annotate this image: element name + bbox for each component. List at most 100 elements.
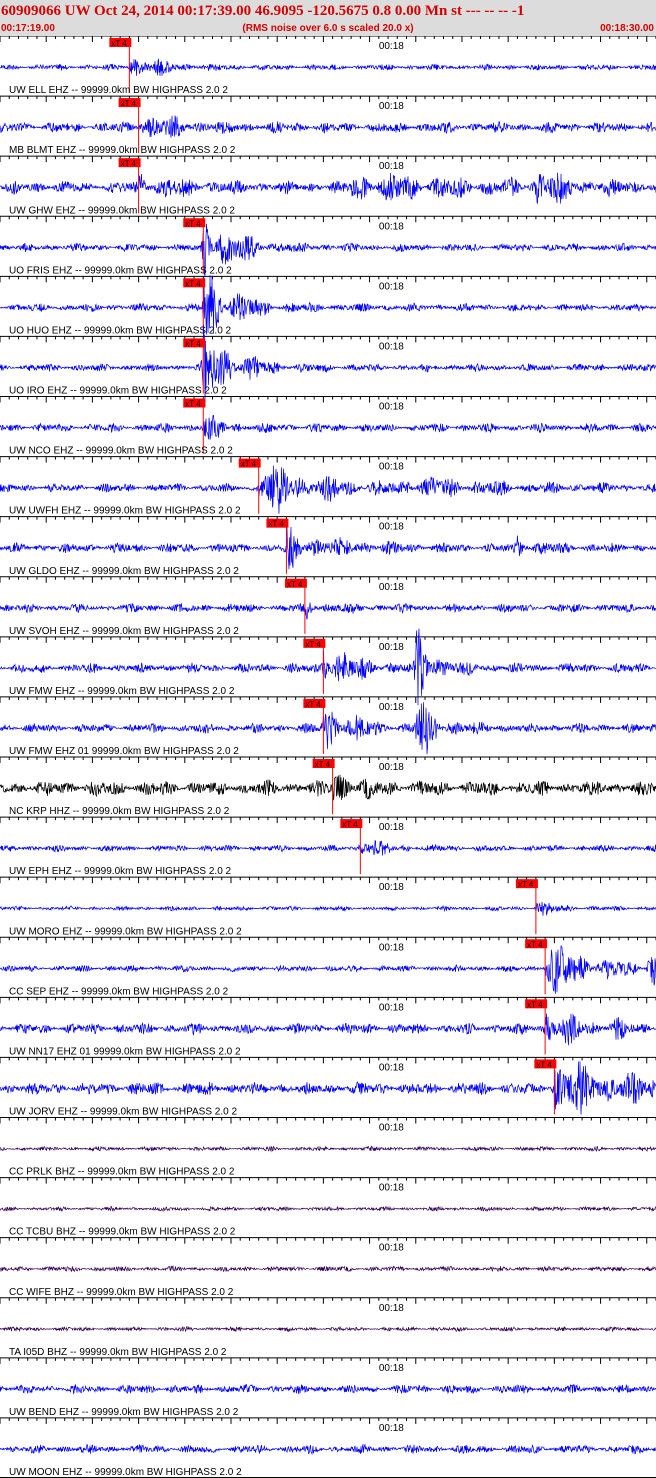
- pick-label: xT 4: [315, 760, 331, 769]
- time-tick-label: 00:18: [379, 1183, 404, 1194]
- time-tick-label: 00:18: [379, 281, 404, 292]
- trace-row: 00:18 xT 4 MB BLMT EHZ -- 99999.0km BW HIG…: [0, 95, 656, 156]
- waveform-trace: [0, 901, 656, 916]
- trace-row: 00:18 xT 4 UW FMW EHZ -- 99999.0km BW HIGH…: [0, 628, 656, 706]
- time-tick-label: 00:18: [379, 1303, 404, 1314]
- time-tick-label: 00:18: [379, 41, 404, 52]
- station-label: UW SVOH EHZ -- 99999.0km BW HIGHPASS 2.0…: [9, 626, 239, 637]
- station-label: UW JORV EHZ -- 99999.0km BW HIGHPASS 2.0…: [9, 1107, 237, 1118]
- plot-title: 60909066 UW Oct 24, 2014 00:17:39.00 46.…: [0, 0, 656, 22]
- station-label: CC SEP EHZ -- 99999.0km BW HIGHPASS 2.0 …: [9, 986, 229, 997]
- station-label: UO FRIS EHZ -- 99999.0km BW HIGHPASS 2.0…: [9, 265, 232, 276]
- waveform-trace: [0, 1145, 656, 1153]
- station-label: UW ELL EHZ -- 99999.0km BW HIGHPASS 2.0 …: [9, 85, 228, 96]
- waveform-trace: [0, 414, 656, 440]
- station-label: CC TCBU BHZ -- 99999.0km BW HIGHPASS 2.0…: [9, 1227, 236, 1238]
- pick-label: xT 4: [185, 400, 201, 409]
- station-label: UW BEND EHZ -- 99999.0km BW HIGHPASS 2.0…: [9, 1407, 239, 1418]
- waveform-trace: [0, 774, 656, 801]
- waveform-trace: [0, 1205, 656, 1213]
- pick-label: xT 4: [287, 580, 303, 589]
- pick-label: xT 4: [527, 940, 543, 949]
- pick-label: xT 4: [121, 159, 137, 168]
- waveform-trace: [0, 115, 656, 138]
- time-tick-label: 00:18: [379, 221, 404, 232]
- trace-row: 00:18 CC WIFE BHZ -- 99999.0km BW HIGHPAS…: [0, 1237, 656, 1298]
- waveform-trace: [0, 1383, 656, 1395]
- station-label: CC WIFE BHZ -- 99999.0km BW HIGHPASS 2.0…: [9, 1287, 234, 1298]
- trace-row: 00:18 CC TCBU BHZ -- 99999.0km BW HIGHPAS…: [0, 1177, 656, 1238]
- waveform-trace: [0, 172, 656, 205]
- pick-label: xT 4: [268, 520, 284, 529]
- time-tick-label: 00:18: [379, 1002, 404, 1013]
- pick-label: xT 4: [121, 99, 137, 108]
- station-label: TA I05D BHZ -- 99999.0km BW HIGHPASS 2.0…: [9, 1347, 227, 1358]
- station-label: UW MOON EHZ -- 99999.0km BW HIGHPASS 2.0…: [9, 1467, 242, 1478]
- scaling-note: (RMS noise over 6.0 s scaled 20.0 x): [242, 23, 414, 34]
- time-tick-label: 00:18: [379, 161, 404, 172]
- pick-label: xT 4: [342, 820, 358, 829]
- waveform-trace: [0, 58, 656, 76]
- time-range-bar: 00:17:19.00 (RMS noise over 6.0 s scaled…: [0, 22, 656, 36]
- pick-label: xT 4: [305, 640, 321, 649]
- time-tick-label: 00:18: [379, 702, 404, 713]
- time-tick-label: 00:18: [379, 341, 404, 352]
- waveform-trace: [0, 1443, 656, 1456]
- trace-row: 00:18 xT 4 UW UWFH EHZ -- 99999.0km BW HIG…: [0, 456, 656, 517]
- trace-row: 00:18 xT 4 UO HUO EHZ -- 99999.0km BW HIGH…: [0, 275, 656, 336]
- station-label: UW NN17 EHZ 01 99999.0km BW HIGHPASS 2.0…: [9, 1046, 241, 1057]
- station-label: UW UWFH EHZ -- 99999.0km BW HIGHPASS 2.0…: [9, 506, 241, 517]
- pick-label: xT 4: [185, 219, 201, 228]
- trace-row: 00:18 xT 4 UW SVOH EHZ -- 99999.0km BW HIG…: [0, 576, 656, 637]
- pick-label: xT 4: [518, 880, 534, 889]
- station-label: NC KRP HHZ -- 99999.0km BW HIGHPASS 2.0 …: [9, 806, 230, 817]
- pick-label: xT 4: [111, 39, 127, 48]
- trace-row: 00:18 xT 4 NC KRP HHZ -- 99999.0km BW HIGH…: [0, 756, 656, 817]
- trace-row: 00:18 CC PRLK BHZ -- 99999.0km BW HIGHPAS…: [0, 1117, 656, 1178]
- station-label: UW MORO EHZ -- 99999.0km BW HIGHPASS 2.0…: [9, 926, 242, 937]
- time-tick-label: 00:18: [379, 942, 404, 953]
- time-tick-label: 00:18: [379, 642, 404, 653]
- time-tick-label: 00:18: [379, 1423, 404, 1434]
- waveform-trace: [0, 602, 656, 620]
- station-label: UW EPH EHZ -- 99999.0km BW HIGHPASS 2.0 …: [9, 866, 232, 877]
- trace-row: 00:18 xT 4 UW EPH EHZ -- 99999.0km BW HIGH…: [0, 816, 656, 877]
- station-label: UO IRO EHZ -- 99999.0km BW HIGHPASS 2.0 …: [9, 386, 227, 397]
- time-tick-label: 00:18: [379, 582, 404, 593]
- time-tick-label: 00:18: [379, 402, 404, 413]
- end-time: 00:18:30.00: [600, 23, 654, 34]
- trace-row: 00:18 UW MOON EHZ -- 99999.0km BW HIGHPAS…: [0, 1417, 656, 1478]
- trace-row: 00:18 xT 4 UW GHW EHZ -- 99999.0km BW HIGH…: [0, 155, 656, 216]
- pick-label: xT 4: [527, 1000, 543, 1009]
- trace-row: 00:18 xT 4 UW GLDO EHZ -- 99999.0km BW HIG…: [0, 516, 656, 577]
- station-label: UW GLDO EHZ -- 99999.0km BW HIGHPASS 2.0…: [9, 566, 239, 577]
- trace-row: 00:18 xT 4 UO IRO EHZ -- 99999.0km BW HIGH…: [0, 324, 656, 408]
- time-tick-label: 00:18: [379, 1363, 404, 1374]
- pick-label: xT 4: [241, 460, 257, 469]
- trace-row: 00:18 xT 4 UW FMW EHZ 01 99999.0km BW HIGH…: [0, 696, 656, 757]
- waveform-trace: [0, 526, 656, 570]
- trace-row: 00:18 xT 4 CC SEP EHZ -- 99999.0km BW HIGH…: [0, 936, 656, 997]
- time-tick-label: 00:18: [379, 822, 404, 833]
- time-tick-label: 00:18: [379, 1062, 404, 1073]
- trace-row: 00:18 xT 4 UW JORV EHZ -- 99999.0km BW HIG…: [0, 1056, 656, 1118]
- station-label: CC PRLK BHZ -- 99999.0km BW HIGHPASS 2.0…: [9, 1167, 235, 1178]
- station-label: UW GHW EHZ -- 99999.0km BW HIGHPASS 2.0 …: [9, 205, 235, 216]
- trace-row: 00:18 xT 4 UW NN17 EHZ 01 99999.0km BW HIG…: [0, 996, 656, 1057]
- time-tick-label: 00:18: [379, 522, 404, 533]
- trace-row: 00:18 xT 4 UW ELL EHZ -- 99999.0km BW HIGH…: [0, 36, 656, 96]
- time-tick-label: 00:18: [379, 882, 404, 893]
- waveform-trace: [0, 1325, 656, 1333]
- pick-label: xT 4: [185, 339, 201, 348]
- trace-row: 00:18 UW BEND EHZ -- 99999.0km BW HIGHPAS…: [0, 1357, 656, 1418]
- waveform-trace: [0, 840, 656, 856]
- time-tick-label: 00:18: [379, 101, 404, 112]
- pick-label: xT 4: [536, 1060, 552, 1069]
- trace-row: 00:18 xT 4 UW MORO EHZ -- 99999.0km BW HIG…: [0, 876, 656, 937]
- station-label: UW FMW EHZ -- 99999.0km BW HIGHPASS 2.0 …: [9, 686, 235, 697]
- time-tick-label: 00:18: [379, 762, 404, 773]
- trace-row: 00:18 TA I05D BHZ -- 99999.0km BW HIGHPAS…: [0, 1297, 656, 1358]
- time-tick-label: 00:18: [379, 1243, 404, 1254]
- time-tick-label: 00:18: [379, 462, 404, 473]
- trace-row: 00:18 xT 4 UO FRIS EHZ -- 99999.0km BW HIG…: [0, 215, 656, 277]
